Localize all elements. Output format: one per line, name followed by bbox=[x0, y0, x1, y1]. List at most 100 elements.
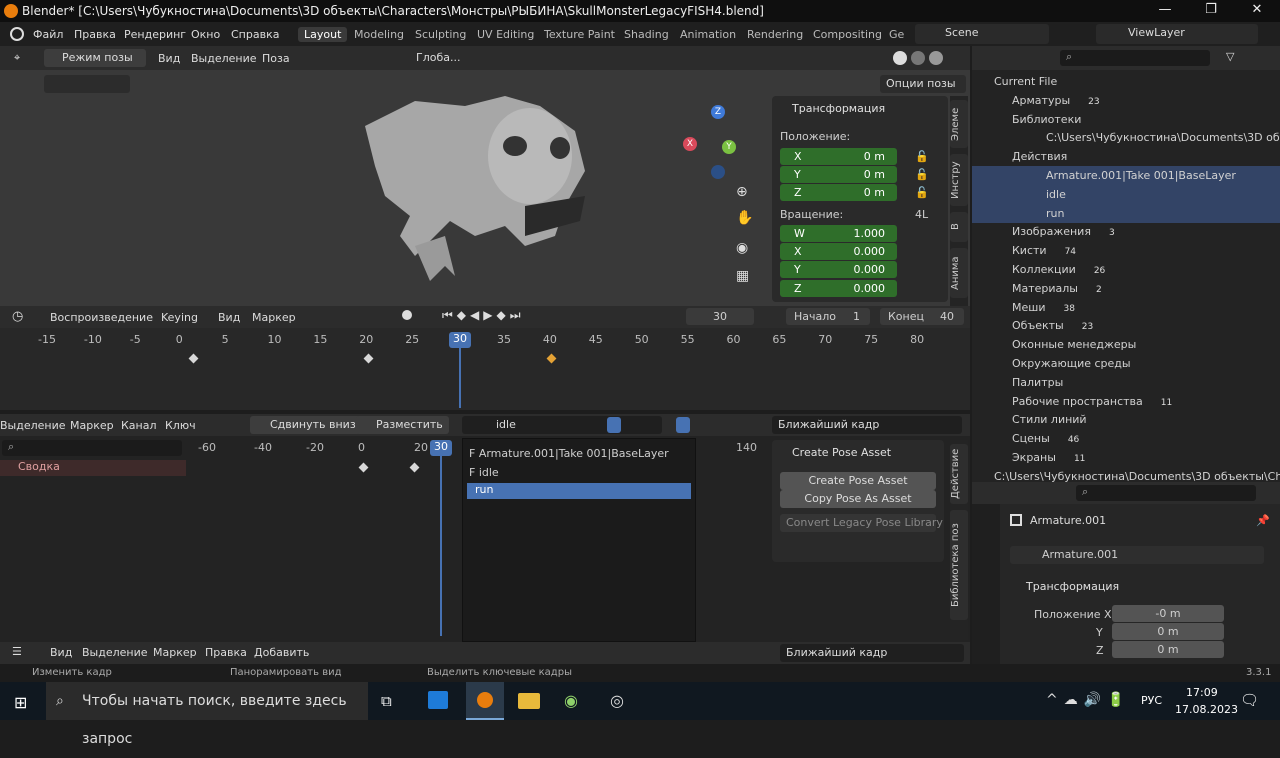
tab-rendering[interactable]: Rendering bbox=[741, 27, 809, 42]
rotation-w-field[interactable]: W 1.000 bbox=[780, 225, 897, 242]
3d-viewport[interactable]: ⌖ Режим позы Вид Выделение Поза Глоба...… bbox=[0, 46, 970, 352]
menu-render[interactable]: Рендеринг bbox=[124, 28, 186, 41]
outliner-row[interactable]: Кисти 74 bbox=[972, 241, 1280, 260]
outliner-row[interactable]: Действия bbox=[972, 147, 1280, 166]
outliner-row[interactable]: Оконные менеджеры bbox=[972, 335, 1280, 354]
grid-view-icon[interactable]: ▦ bbox=[736, 268, 749, 284]
playhead[interactable]: 30 bbox=[449, 332, 471, 348]
clock-date[interactable]: 17.08.2023 bbox=[1175, 703, 1238, 716]
camera-icon[interactable]: ◉ bbox=[736, 240, 748, 256]
tab-shading[interactable]: Shading bbox=[618, 27, 675, 42]
tab-compositing[interactable]: Compositing bbox=[807, 27, 888, 42]
record-icon[interactable] bbox=[402, 310, 412, 320]
lock-icon[interactable]: 🔓 bbox=[915, 168, 929, 181]
summary-keyframe[interactable] bbox=[409, 462, 420, 473]
pose-panel-title[interactable]: Create Pose Asset bbox=[792, 446, 891, 459]
keyframe-selected[interactable] bbox=[546, 353, 557, 364]
tab-layout[interactable]: Layout bbox=[298, 27, 348, 42]
keyframe[interactable] bbox=[188, 353, 199, 364]
outliner-row[interactable]: Armature.001|Take 001|BaseLayer bbox=[972, 166, 1280, 185]
taskbar-search[interactable]: ⌕ Чтобы начать поиск, введите здесь запро… bbox=[46, 682, 368, 747]
timeline-playback-menu[interactable]: Воспроизведение bbox=[50, 311, 153, 324]
ae-menu-key[interactable]: Ключ bbox=[165, 419, 196, 432]
minimize-button[interactable]: — bbox=[1142, 0, 1188, 22]
action-editor[interactable]: Выделение Маркер Канал Ключ Сдвинуть вни… bbox=[0, 414, 970, 658]
notification-icon[interactable]: 🗨 bbox=[1240, 691, 1259, 709]
tab-pose-library[interactable]: Библиотека поз bbox=[950, 510, 968, 620]
skull-monster-model[interactable] bbox=[355, 86, 615, 286]
current-frame-field[interactable]: 30 bbox=[686, 308, 754, 325]
location-z-field[interactable]: Z 0 m bbox=[780, 184, 897, 201]
bh-menu-edit[interactable]: Правка bbox=[205, 646, 247, 659]
app-icon[interactable] bbox=[428, 691, 448, 709]
rotation-x-field[interactable]: X 0.000 bbox=[780, 243, 897, 260]
timeline-view-menu[interactable]: Вид bbox=[218, 311, 240, 324]
timeline-editor-type-icon[interactable]: ◷ bbox=[12, 309, 23, 324]
data-block-field[interactable]: Armature.001 bbox=[1010, 546, 1264, 564]
viewport-menu-pose[interactable]: Поза bbox=[262, 52, 290, 65]
shading-render-icon[interactable] bbox=[929, 51, 943, 65]
task-view-icon[interactable]: ⧉ bbox=[381, 692, 392, 710]
outliner-search[interactable]: ⌕ bbox=[1060, 50, 1210, 66]
menu-help[interactable]: Справка bbox=[231, 28, 279, 41]
tab-view[interactable]: В bbox=[950, 212, 968, 242]
viewport-menu-view[interactable]: Вид bbox=[158, 52, 180, 65]
pose-options-button[interactable]: Опции позы bbox=[880, 75, 966, 93]
eye-app-icon[interactable]: ◉ bbox=[564, 691, 578, 710]
axis-neg-z-icon[interactable] bbox=[711, 165, 725, 179]
outliner-row[interactable]: Сцены 46 bbox=[972, 429, 1280, 448]
menu-edit[interactable]: Правка bbox=[74, 28, 116, 41]
tab-tool[interactable]: Инстру bbox=[950, 154, 968, 206]
outliner-row[interactable]: Рабочие пространства 11 bbox=[972, 392, 1280, 411]
end-frame-field[interactable]: Конец 40 bbox=[880, 308, 964, 325]
bh-snap-selector[interactable]: Ближайший кадр bbox=[780, 644, 964, 662]
lock-icon[interactable]: 🔓 bbox=[915, 186, 929, 199]
bh-menu-view[interactable]: Вид bbox=[50, 646, 72, 659]
outliner-row[interactable]: Материалы 2 bbox=[972, 279, 1280, 298]
folder-icon[interactable] bbox=[518, 693, 540, 709]
filter-icon[interactable]: ▽ bbox=[1226, 50, 1234, 63]
windows-start-icon[interactable]: ⊞ bbox=[14, 693, 27, 712]
editor-type-button[interactable]: ⌖ bbox=[8, 49, 38, 67]
outliner[interactable]: ⌕ ▽ Current File Арматуры 23 Библиотеки C:\U… bbox=[972, 46, 1280, 483]
scene-selector[interactable]: Scene bbox=[915, 24, 1049, 44]
dropdown-item[interactable]: F idle bbox=[469, 466, 499, 479]
maximize-button[interactable]: ❐ bbox=[1188, 0, 1234, 22]
axis-x-icon[interactable]: X bbox=[683, 137, 697, 151]
properties-editor[interactable]: ⌕ Armature.001 📌 Armature.001 Трансформа… bbox=[972, 482, 1280, 664]
bh-menu-select[interactable]: Выделение bbox=[82, 646, 148, 659]
clock-time[interactable]: 17:09 bbox=[1186, 686, 1218, 699]
dropdown-item[interactable]: F Armature.001|Take 001|BaseLayer bbox=[469, 447, 669, 460]
tab-texture-paint[interactable]: Texture Paint bbox=[538, 27, 621, 42]
blender-menu-icon[interactable] bbox=[10, 27, 24, 41]
props-loc-z-field[interactable]: 0 m bbox=[1112, 641, 1224, 658]
language-indicator[interactable]: РУС bbox=[1141, 694, 1162, 707]
outliner-row[interactable]: Экраны 11 bbox=[972, 448, 1280, 467]
convert-legacy-button[interactable]: Convert Legacy Pose Library bbox=[780, 514, 943, 532]
outliner-row[interactable]: C:\Users\Чубукностина\Documents\3D объек… bbox=[972, 128, 1280, 147]
tab-animation[interactable]: Анима bbox=[950, 248, 968, 298]
push-down-button[interactable]: Сдвинуть вниз bbox=[250, 416, 362, 434]
props-loc-x-field[interactable]: -0 m bbox=[1112, 605, 1224, 622]
location-y-field[interactable]: Y 0 m bbox=[780, 166, 897, 183]
shading-solid-icon[interactable] bbox=[893, 51, 907, 65]
outliner-row[interactable]: Библиотеки bbox=[972, 110, 1280, 129]
outliner-row[interactable]: Current File bbox=[972, 72, 1280, 91]
ae-menu-channel[interactable]: Канал bbox=[121, 419, 157, 432]
location-x-field[interactable]: X 0 m bbox=[780, 148, 897, 165]
tab-item[interactable]: Элеме bbox=[950, 100, 968, 148]
ae-menu-select[interactable]: Выделение bbox=[0, 419, 66, 432]
pan-hand-icon[interactable]: ✋ bbox=[736, 210, 753, 226]
playback-controls[interactable]: ⏮◆◀▶◆⏭ bbox=[442, 308, 525, 323]
blender-taskbar-icon[interactable] bbox=[466, 682, 504, 720]
tab-animation[interactable]: Animation bbox=[674, 27, 742, 42]
menu-window[interactable]: Окно bbox=[191, 28, 220, 41]
outliner-row[interactable]: Арматуры 23 bbox=[972, 91, 1280, 110]
mode-selector[interactable]: Режим позы bbox=[44, 49, 146, 67]
tray-icons[interactable]: ^☁🔊🔋 bbox=[1046, 692, 1131, 708]
outliner-row[interactable]: Коллекции 26 bbox=[972, 260, 1280, 279]
outliner-row[interactable]: Окружающие среды bbox=[972, 354, 1280, 373]
ae-snap-selector[interactable]: Ближайший кадр bbox=[772, 416, 962, 434]
outliner-row[interactable]: Палитры bbox=[972, 373, 1280, 392]
outliner-row[interactable]: Изображения 3 bbox=[972, 222, 1280, 241]
